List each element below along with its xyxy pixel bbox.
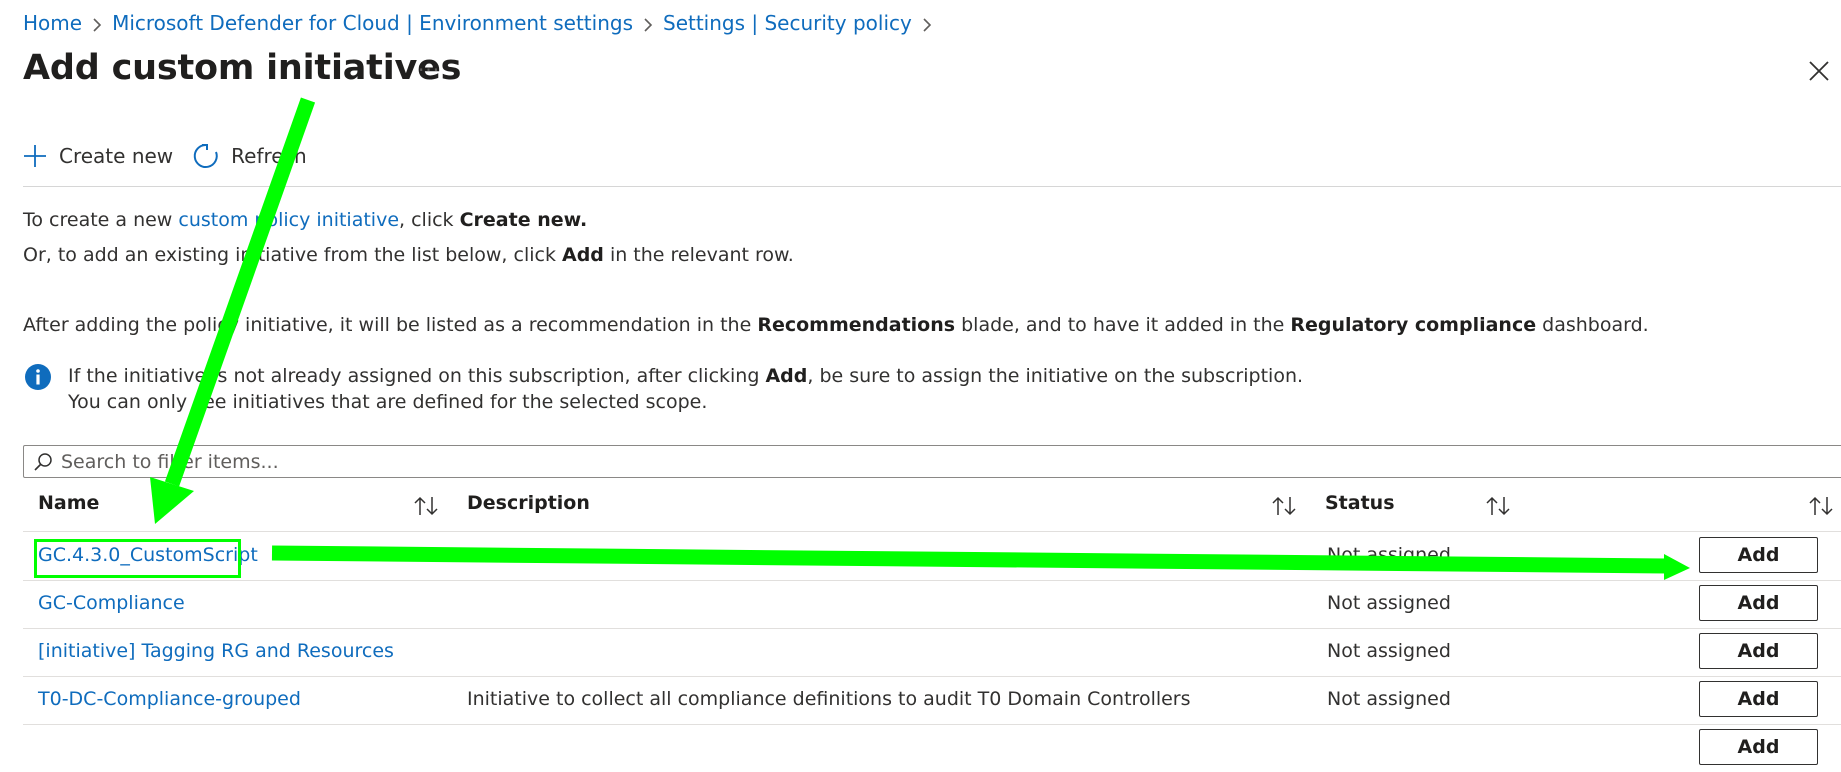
chevron-right-icon — [82, 11, 112, 35]
add-button[interactable]: Add — [1699, 633, 1818, 669]
chevron-right-icon — [633, 11, 663, 35]
close-icon[interactable] — [1808, 60, 1836, 88]
sort-icon[interactable] — [413, 495, 439, 517]
add-button[interactable]: Add — [1699, 681, 1818, 717]
info-icon — [25, 364, 51, 390]
notice-text: If the initiative is not already assigne… — [68, 365, 1304, 413]
table-row: [initiative] Tagging RG and Resources No… — [23, 628, 1841, 677]
column-header-name[interactable]: Name — [38, 492, 99, 514]
search-icon — [34, 452, 52, 471]
table-row: Add — [23, 724, 1841, 772]
more-options-button[interactable]: ··· — [418, 58, 440, 82]
column-header-description[interactable]: Description — [467, 492, 590, 514]
add-instructions: Or, to add an existing initiative from t… — [23, 244, 794, 266]
breadcrumb-defender-environment-settings[interactable]: Microsoft Defender for Cloud | Environme… — [112, 11, 633, 35]
initiative-name-link[interactable]: [initiative] Tagging RG and Resources — [38, 640, 394, 662]
refresh-label: Refresh — [231, 144, 307, 168]
add-button[interactable]: Add — [1699, 585, 1818, 621]
refresh-icon — [193, 143, 218, 168]
page-title: Add custom initiatives — [23, 48, 462, 88]
annotation-highlight-box — [34, 539, 241, 578]
sort-icon[interactable] — [1485, 495, 1511, 517]
chevron-right-icon — [912, 11, 942, 35]
sort-icon[interactable] — [1271, 495, 1297, 517]
status-text: Not assigned — [1327, 544, 1451, 566]
create-new-button[interactable]: Create new — [23, 144, 173, 168]
initiative-name-link[interactable]: GC-Compliance — [38, 592, 185, 614]
status-text: Not assigned — [1327, 592, 1451, 614]
create-new-label: Create new — [59, 144, 174, 168]
plus-icon — [24, 145, 46, 167]
status-text: Not assigned — [1327, 688, 1451, 710]
recommendation-info: After adding the policy initiative, it w… — [23, 314, 1649, 336]
sort-icon[interactable] — [1808, 495, 1834, 517]
table-row: T0-DC-Compliance-grouped Initiative to c… — [23, 676, 1841, 725]
breadcrumb: Home Microsoft Defender for Cloud | Envi… — [23, 8, 942, 38]
initiative-description: Initiative to collect all compliance def… — [467, 688, 1191, 710]
add-button[interactable]: Add — [1699, 729, 1818, 765]
toolbar-divider — [23, 186, 1841, 187]
search-input[interactable] — [61, 450, 1761, 473]
refresh-button[interactable]: Refresh — [193, 143, 307, 169]
command-bar: Create new Refresh — [23, 143, 307, 169]
column-header-status[interactable]: Status — [1325, 492, 1395, 514]
add-button[interactable]: Add — [1699, 537, 1818, 573]
table-row: GC.4.3.0_CustomScript Not assigned Add — [23, 532, 1841, 581]
search-field[interactable] — [23, 445, 1841, 478]
table-row: GC-Compliance Not assigned Add — [23, 580, 1841, 629]
breadcrumb-security-policy[interactable]: Settings | Security policy — [663, 11, 912, 35]
status-text: Not assigned — [1327, 640, 1451, 662]
initiative-name-link[interactable]: T0-DC-Compliance-grouped — [38, 688, 301, 710]
breadcrumb-home[interactable]: Home — [23, 11, 82, 35]
custom-policy-initiative-link[interactable]: custom policy initiative — [178, 209, 399, 231]
create-instructions: To create a new custom policy initiative… — [23, 209, 588, 231]
info-notice: If the initiative is not already assigne… — [24, 363, 1303, 415]
